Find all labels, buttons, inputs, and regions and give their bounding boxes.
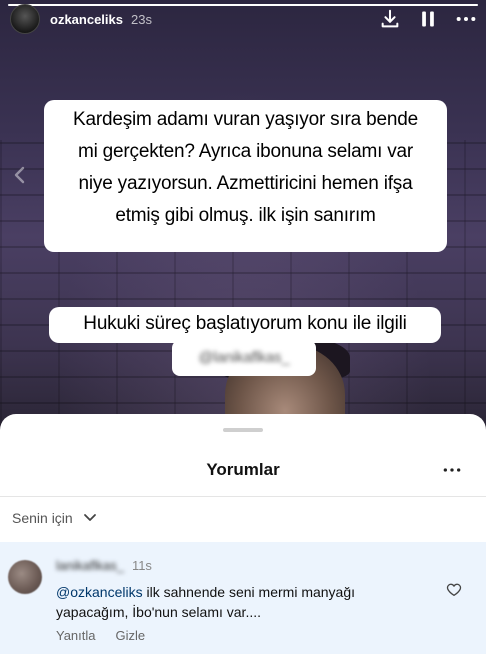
story-text-line: Kardeşim adamı vuran yaşıyor sıra bende xyxy=(73,109,418,130)
comment-filter-dropdown[interactable]: Senin için xyxy=(12,510,97,526)
story-text-line: niye yazıyorsun. Azmettiricini hemen ifş… xyxy=(78,173,413,194)
comment-mention-link[interactable]: @ozkanceliks xyxy=(56,584,143,600)
story-mention-sticker[interactable]: @lanikaflkas_ xyxy=(172,340,316,376)
story-mention-text: @lanikaflkas_ xyxy=(198,349,290,366)
more-icon[interactable] xyxy=(452,5,480,33)
comment-meta: lanikaflkas_ 11s xyxy=(56,558,152,573)
sheet-more-icon[interactable] xyxy=(440,458,464,482)
story-text-bubble: Kardeşim adamı vuran yaşıyor sıra bende … xyxy=(44,100,447,252)
story-text-line: etmiş gibi olmuş. ilk işin sanırım xyxy=(115,205,376,226)
comment-actions: Yanıtla Gizle xyxy=(56,628,145,643)
chevron-down-icon xyxy=(83,514,96,521)
sheet-drag-handle[interactable] xyxy=(223,428,263,432)
pause-icon[interactable] xyxy=(414,5,442,33)
sheet-title: Yorumlar xyxy=(206,460,280,479)
comment-avatar[interactable] xyxy=(8,560,42,594)
comment-text: @ozkanceliks ilk sahnende seni mermi man… xyxy=(56,582,426,622)
story-legal-text: Hukuki süreç başlatıyorum konu ile ilgil… xyxy=(49,307,441,343)
heart-icon[interactable] xyxy=(446,582,464,600)
reply-button[interactable]: Yanıtla xyxy=(56,628,96,643)
previous-story-icon[interactable] xyxy=(10,165,30,185)
comment-username[interactable]: lanikaflkas_ xyxy=(56,558,124,573)
comment-item: lanikaflkas_ 11s @ozkanceliks ilk sahnen… xyxy=(0,542,486,654)
hide-button[interactable]: Gizle xyxy=(116,628,146,643)
filter-label: Senin için xyxy=(12,510,73,526)
story-viewer[interactable]: ozkanceliks 23s Kardeşim adamı vuran yaş… xyxy=(0,0,486,430)
story-text-line: mi gerçekten? Ayrıca ibonuna selamı var xyxy=(77,141,414,162)
story-username[interactable]: ozkanceliks xyxy=(50,12,123,27)
download-icon[interactable] xyxy=(376,5,404,33)
comment-time: 11s xyxy=(131,558,152,573)
comments-sheet: Yorumlar Senin için lanikaflkas_ 11s @oz… xyxy=(0,414,486,664)
story-actions xyxy=(376,5,480,33)
story-time: 23s xyxy=(131,11,152,27)
sheet-divider xyxy=(0,496,486,497)
story-header: ozkanceliks 23s xyxy=(10,4,480,34)
story-avatar[interactable] xyxy=(10,4,40,34)
